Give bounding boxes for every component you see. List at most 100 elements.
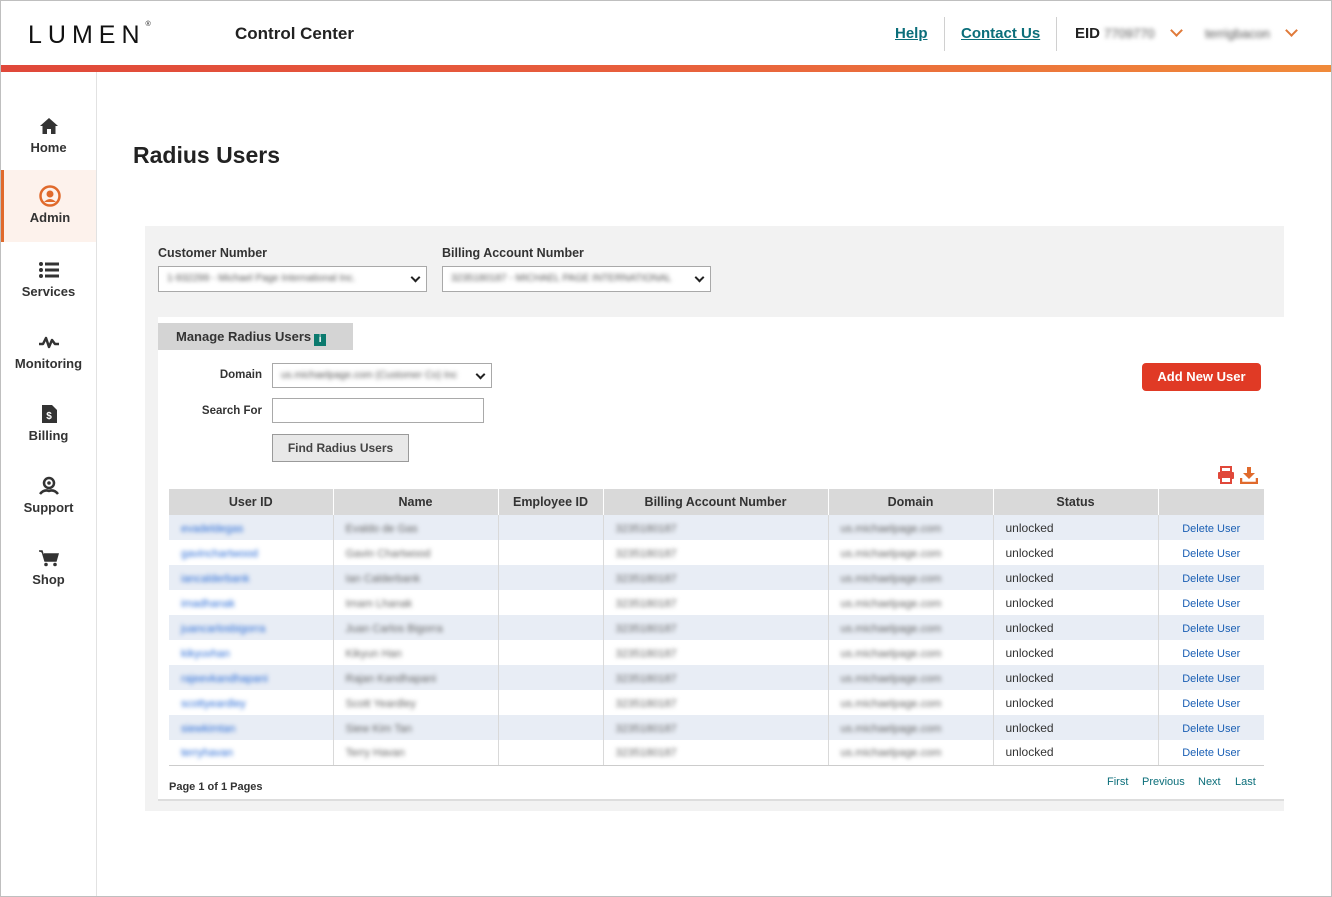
download-icon[interactable] — [1239, 466, 1259, 485]
sidebar-item-label: Support — [23, 500, 74, 515]
info-icon[interactable]: i — [314, 334, 327, 346]
contact-us-link[interactable]: Contact Us — [961, 25, 1040, 42]
table-cell — [498, 590, 604, 615]
chevron-down-icon[interactable] — [1170, 24, 1183, 37]
user-id-link[interactable]: evadeldegas — [181, 523, 243, 535]
delete-user-link[interactable]: Delete User — [1182, 573, 1240, 585]
table-cell: 3235180187 — [603, 565, 829, 590]
eid-value[interactable]: 7709770 — [1104, 26, 1155, 41]
table-cell: us.michaelpage.com — [828, 715, 994, 740]
user-id-link[interactable]: iancalderbank — [181, 573, 250, 585]
table-cell: Delete User — [1158, 615, 1264, 640]
status-cell: unlocked — [1005, 595, 1054, 610]
sidebar-item-support[interactable]: Support — [1, 474, 96, 546]
sidebar: Home Admin Services Monitoring $ Billing… — [1, 72, 97, 896]
column-header[interactable]: User ID — [169, 489, 334, 515]
home-icon — [1, 114, 96, 138]
table-cell: Juan Carlos Bigorra — [333, 615, 499, 640]
svg-text:$: $ — [46, 411, 52, 422]
table-cell: Delete User — [1158, 665, 1264, 690]
table-cell: 3235180187 — [603, 615, 829, 640]
delete-user-link[interactable]: Delete User — [1182, 747, 1240, 759]
header-divider — [944, 17, 945, 51]
domain-cell: us.michaelpage.com — [840, 572, 942, 585]
domain-cell: us.michaelpage.com — [840, 697, 942, 710]
sidebar-item-admin[interactable]: Admin — [1, 170, 96, 242]
delete-user-link[interactable]: Delete User — [1182, 523, 1240, 535]
billing-account-cell: 3235180187 — [615, 722, 677, 735]
user-id-link[interactable]: imadhanak — [181, 598, 235, 610]
column-header[interactable]: Name — [333, 489, 499, 515]
delete-user-link[interactable]: Delete User — [1182, 673, 1240, 685]
table-cell — [498, 740, 604, 766]
user-id-link[interactable]: siewkimtan — [181, 723, 235, 735]
delete-user-link[interactable]: Delete User — [1182, 548, 1240, 560]
name-cell: Kikyun Han — [345, 647, 402, 660]
table-row: juancarlosbigorra Juan Carlos Bigorra 3235… — [169, 615, 1264, 640]
eid-label: EID — [1075, 25, 1101, 42]
find-radius-users-button[interactable]: Find Radius Users — [272, 434, 409, 462]
table-cell: unlocked — [993, 640, 1159, 665]
chevron-down-icon — [694, 272, 705, 283]
table-cell: us.michaelpage.com — [828, 690, 994, 715]
table-cell: unlocked — [993, 715, 1159, 740]
print-icon[interactable] — [1217, 466, 1235, 484]
customer-number-select[interactable]: 1-932299 - Michael Page International In… — [158, 266, 427, 292]
sidebar-item-monitoring[interactable]: Monitoring — [1, 330, 96, 402]
table-cell: Delete User — [1158, 715, 1264, 740]
domain-select[interactable]: us.michaelpage.com (Customer Co) Inc — [272, 363, 492, 388]
user-id-link[interactable]: juancarlosbigorra — [181, 623, 265, 635]
delete-user-link[interactable]: Delete User — [1182, 723, 1240, 735]
sidebar-item-label: Billing — [28, 428, 69, 443]
domain-cell: us.michaelpage.com — [840, 647, 942, 660]
lumen-logo[interactable]: LUMEN® — [28, 21, 151, 50]
billing-account-label: Billing Account Number — [442, 246, 584, 260]
search-input[interactable] — [272, 398, 484, 423]
chevron-down-icon[interactable] — [1285, 24, 1298, 37]
user-id-link[interactable]: gavinchartwood — [181, 548, 258, 560]
first-page-link[interactable]: First — [1107, 776, 1128, 788]
last-page-link[interactable]: Last — [1235, 776, 1256, 788]
column-header[interactable]: Employee ID — [498, 489, 604, 515]
table-cell: unlocked — [993, 690, 1159, 715]
next-page-link[interactable]: Next — [1198, 776, 1221, 788]
table-cell: Terry Havan — [333, 740, 499, 766]
table-cell: 3235180187 — [603, 515, 829, 540]
user-id-link[interactable]: kikyuvhan — [181, 648, 230, 660]
delete-user-link[interactable]: Delete User — [1182, 698, 1240, 710]
column-header[interactable]: Billing Account Number — [603, 489, 829, 515]
table-cell: rajeevkandhapani — [169, 665, 334, 690]
table-cell: Delete User — [1158, 515, 1264, 540]
table-cell: Imam Lhanak — [333, 590, 499, 615]
add-new-user-button[interactable]: Add New User — [1142, 363, 1261, 391]
table-cell — [498, 665, 604, 690]
table-cell: unlocked — [993, 740, 1159, 766]
table-cell: us.michaelpage.com — [828, 615, 994, 640]
status-cell: unlocked — [1005, 670, 1054, 685]
domain-cell: us.michaelpage.com — [840, 597, 942, 610]
domain-cell: us.michaelpage.com — [840, 672, 942, 685]
user-id-link[interactable]: terryhavan — [181, 747, 233, 759]
delete-user-link[interactable]: Delete User — [1182, 598, 1240, 610]
table-cell: iancalderbank — [169, 565, 334, 590]
username-value[interactable]: terrigbacon — [1205, 26, 1270, 41]
previous-page-link[interactable]: Previous — [1142, 776, 1185, 788]
user-id-link[interactable]: rajeevkandhapani — [181, 673, 268, 685]
billing-account-cell: 3235180187 — [615, 522, 677, 535]
help-link[interactable]: Help — [895, 25, 928, 42]
sidebar-item-services[interactable]: Services — [1, 258, 96, 330]
tab-manage-radius-users[interactable]: Manage Radius Users i — [158, 323, 353, 350]
table-cell — [498, 565, 604, 590]
billing-account-select[interactable]: 3235180187 - MICHAEL PAGE INTERNATIONAL — [442, 266, 711, 292]
sidebar-item-billing[interactable]: $ Billing — [1, 402, 96, 474]
delete-user-link[interactable]: Delete User — [1182, 648, 1240, 660]
table-cell: Kikyun Han — [333, 640, 499, 665]
user-id-link[interactable]: scottyeardley — [181, 698, 246, 710]
delete-user-link[interactable]: Delete User — [1182, 623, 1240, 635]
top-header: LUMEN® Control Center Help Contact Us EI… — [1, 1, 1331, 65]
sidebar-item-label: Home — [30, 140, 67, 155]
column-header[interactable]: Domain — [828, 489, 994, 515]
section-bottom-border — [158, 799, 1284, 801]
sidebar-item-shop[interactable]: Shop — [1, 546, 96, 618]
column-header[interactable]: Status — [993, 489, 1159, 515]
